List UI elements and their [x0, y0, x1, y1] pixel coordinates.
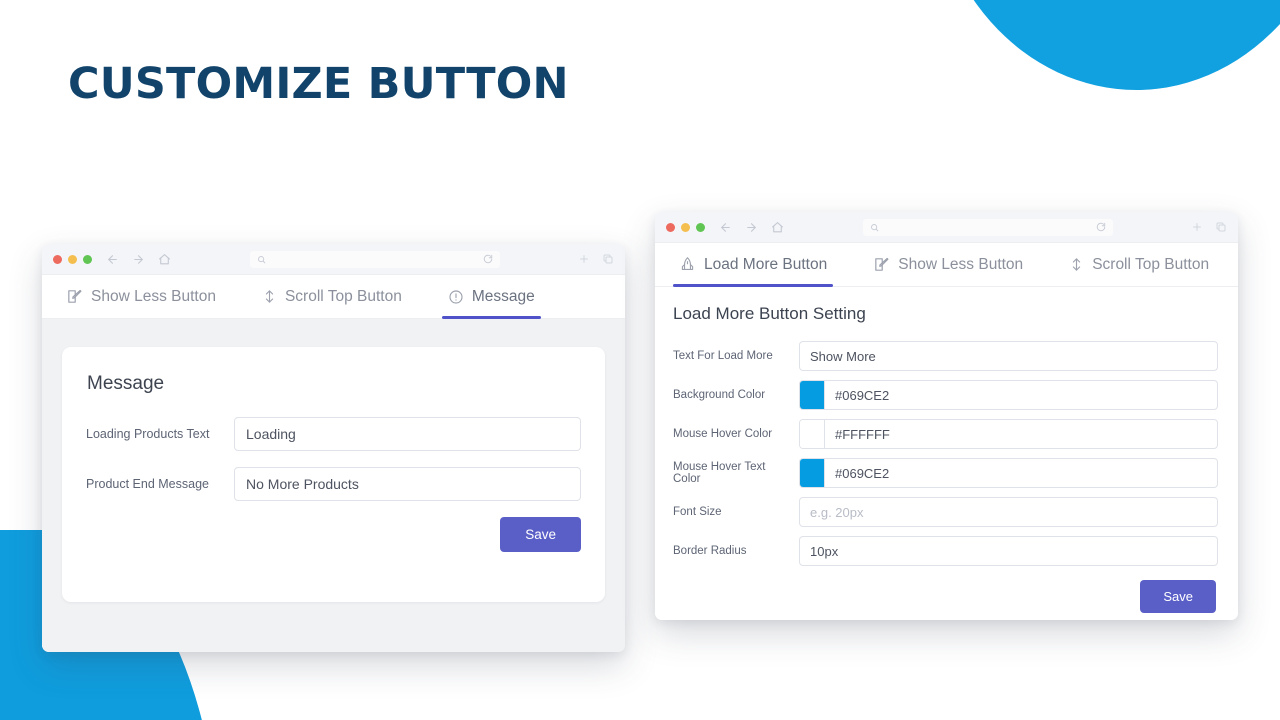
field-mouse-hover-color: Mouse Hover Color #FFFFFF [673, 419, 1218, 449]
chrome-right-actions [1191, 221, 1227, 233]
tab-bar-left: Show Less Button Scroll Top Button Messa… [42, 275, 625, 319]
browser-chrome [655, 212, 1238, 243]
field-background-color: Background Color #069CE2 [673, 380, 1218, 410]
mouse-hover-text-color-input[interactable]: #069CE2 [799, 458, 1218, 488]
field-label: Mouse Hover Color [673, 428, 773, 440]
duplicate-tab-icon[interactable] [602, 253, 614, 265]
save-button[interactable]: Save [500, 517, 581, 552]
browser-window-load-more: Load More Button Show Less Button Scroll… [655, 212, 1238, 620]
field-label: Font Size [673, 506, 722, 518]
browser-window-message: Show Less Button Scroll Top Button Messa… [42, 244, 625, 652]
maximize-dot-icon[interactable] [696, 222, 705, 232]
back-arrow-icon[interactable] [106, 253, 119, 266]
input-value: 10px [810, 543, 839, 559]
address-bar[interactable] [249, 250, 500, 268]
nav-buttons [719, 221, 784, 234]
font-size-input[interactable]: e.g. 20px [799, 497, 1218, 527]
field-loading-products-text: Loading Products Text Loading [86, 417, 581, 451]
address-bar[interactable] [862, 218, 1113, 236]
tab-scroll-top-button[interactable]: Scroll Top Button [1063, 243, 1215, 286]
card-title: Message [87, 373, 165, 394]
nav-buttons [106, 253, 171, 266]
screenshot-stage: CUSTOMIZE BUTTON Show Less Button Scroll… [0, 0, 1280, 720]
home-icon[interactable] [158, 253, 171, 266]
input-value: #069CE2 [835, 387, 890, 403]
decorative-blob-top-right [930, 0, 1280, 90]
tab-label: Message [471, 287, 535, 305]
input-value: Show More [810, 348, 876, 364]
save-button[interactable]: Save [1140, 580, 1216, 613]
forward-arrow-icon[interactable] [745, 221, 758, 234]
rocket-icon [679, 256, 696, 273]
reload-icon[interactable] [1096, 222, 1106, 232]
field-label: Product End Message [86, 477, 209, 491]
exclamation-circle-icon [448, 289, 464, 305]
mouse-hover-color-input[interactable]: #FFFFFF [799, 419, 1218, 449]
search-icon [870, 223, 879, 232]
color-swatch[interactable] [800, 459, 825, 487]
arrows-up-down-icon [1069, 256, 1084, 273]
field-text-for-load-more: Text For Load More Show More [673, 341, 1218, 371]
tab-message[interactable]: Message [441, 275, 541, 319]
reload-icon[interactable] [483, 254, 493, 264]
field-label: Border Radius [673, 545, 747, 557]
plus-icon[interactable] [578, 253, 590, 265]
edit-square-icon [873, 256, 890, 273]
arrows-up-down-icon [262, 288, 277, 305]
field-label: Text For Load More [673, 350, 773, 362]
tab-label: Scroll Top Button [1092, 255, 1210, 273]
duplicate-tab-icon[interactable] [1215, 221, 1227, 233]
field-label: Mouse Hover Text Color [673, 461, 766, 485]
border-radius-input[interactable]: 10px [799, 536, 1218, 566]
input-value: #069CE2 [835, 465, 890, 481]
field-product-end-message: Product End Message No More Products [86, 467, 581, 501]
page-title: CUSTOMIZE BUTTON [68, 59, 569, 109]
section-title: Load More Button Setting [673, 304, 866, 323]
input-value: #FFFFFF [835, 426, 890, 442]
tab-label: Show Less Button [91, 287, 216, 305]
field-border-radius: Border Radius 10px [673, 536, 1218, 566]
window-body-left: Message Loading Products Text Loading Pr… [42, 319, 625, 652]
color-swatch[interactable] [800, 420, 825, 448]
save-row: Save [673, 580, 1218, 613]
browser-chrome [42, 244, 625, 275]
tab-scroll-top-button[interactable]: Scroll Top Button [256, 275, 408, 318]
background-color-input[interactable]: #069CE2 [799, 380, 1218, 410]
loading-products-text-input[interactable]: Loading [234, 417, 581, 451]
input-placeholder: e.g. 20px [810, 504, 864, 520]
tab-label: Show Less Button [898, 255, 1024, 273]
text-for-load-more-input[interactable]: Show More [799, 341, 1218, 371]
close-dot-icon[interactable] [53, 254, 62, 264]
field-label: Background Color [673, 389, 766, 401]
save-row: Save [86, 517, 581, 552]
chrome-right-actions [578, 253, 614, 265]
tab-label: Scroll Top Button [284, 287, 402, 305]
field-mouse-hover-text-color: Mouse Hover Text Color #069CE2 [673, 458, 1218, 488]
home-icon[interactable] [771, 221, 784, 234]
color-swatch[interactable] [800, 381, 825, 409]
forward-arrow-icon[interactable] [132, 253, 145, 266]
maximize-dot-icon[interactable] [83, 254, 92, 264]
minimize-dot-icon[interactable] [68, 254, 77, 264]
edit-square-icon [66, 288, 83, 305]
window-body-right: Load More Button Setting Text For Load M… [655, 287, 1238, 620]
message-settings-card: Message Loading Products Text Loading Pr… [62, 347, 605, 602]
plus-icon[interactable] [1191, 221, 1203, 233]
product-end-message-input[interactable]: No More Products [234, 467, 581, 501]
field-label: Loading Products Text [86, 427, 210, 441]
minimize-dot-icon[interactable] [681, 222, 690, 232]
tab-show-less-button[interactable]: Show Less Button [60, 275, 222, 318]
close-dot-icon[interactable] [666, 222, 675, 232]
field-font-size: Font Size e.g. 20px [673, 497, 1218, 527]
search-icon [257, 255, 266, 264]
tab-show-less-button[interactable]: Show Less Button [867, 243, 1029, 286]
tab-label: Load More Button [704, 255, 828, 273]
tab-bar-right: Load More Button Show Less Button Scroll… [655, 243, 1238, 287]
traffic-lights [53, 254, 92, 264]
tab-load-more-button[interactable]: Load More Button [673, 243, 834, 287]
back-arrow-icon[interactable] [719, 221, 732, 234]
traffic-lights [666, 222, 705, 232]
